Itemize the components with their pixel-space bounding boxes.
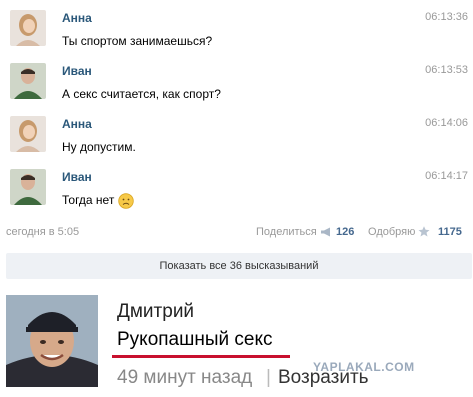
show-all-button[interactable]: Показать все 36 высказываний [6, 253, 472, 279]
sender-name[interactable]: Анна [62, 11, 92, 25]
highlight-underline [112, 355, 290, 358]
star-icon [418, 226, 430, 237]
comment-time: 49 минут назад [117, 367, 253, 388]
message-item: Анна 06:13:36 Ты спортом занимаешься? [10, 10, 470, 62]
comment-text: Рукопашный секс [117, 329, 273, 350]
megaphone-icon [320, 227, 330, 237]
message-text: Ну допустим. [62, 140, 136, 154]
comment-item: Дмитрий Рукопашный секс 49 минут назад |… [0, 287, 473, 397]
message-item: Иван 06:14:17 Тогда нет [10, 169, 470, 221]
post-stats: сегодня в 5:05 Поделиться 126 Одобряю 11… [0, 224, 473, 242]
like-count[interactable]: 1175 [438, 226, 462, 238]
message-text-content: Тогда нет [62, 193, 115, 208]
sender-name[interactable]: Иван [62, 170, 92, 184]
message-time: 06:13:36 [425, 11, 468, 23]
meta-separator: | [266, 367, 271, 388]
message-item: Иван 06:13:53 А секс считается, как спор… [10, 63, 470, 115]
message-text: Тогда нет [62, 193, 135, 209]
message-text: Ты спортом занимаешься? [62, 34, 213, 48]
share-count[interactable]: 126 [336, 226, 354, 238]
sad-face-icon [118, 193, 135, 209]
message-time: 06:14:06 [425, 117, 468, 129]
avatar-dmitriy[interactable] [6, 295, 98, 387]
avatar-ivan[interactable] [10, 169, 46, 205]
avatar-anna[interactable] [10, 116, 46, 152]
posted-time: сегодня в 5:05 [6, 226, 80, 238]
watermark: YAPLAKAL.COM [313, 360, 415, 374]
sender-name[interactable]: Анна [62, 117, 92, 131]
sender-name[interactable]: Иван [62, 64, 92, 78]
message-text: А секс считается, как спорт? [62, 87, 221, 101]
message-item: Анна 06:14:06 Ну допустим. [10, 116, 470, 168]
like-label: Одобряю [368, 226, 416, 238]
share-button[interactable]: Поделиться [256, 226, 332, 238]
avatar-anna[interactable] [10, 10, 46, 46]
comment-author[interactable]: Дмитрий [117, 301, 194, 323]
message-time: 06:13:53 [425, 64, 468, 76]
message-time: 06:14:17 [425, 170, 468, 182]
like-button[interactable]: Одобряю [368, 226, 430, 238]
avatar-ivan[interactable] [10, 63, 46, 99]
share-label: Поделиться [256, 226, 317, 238]
